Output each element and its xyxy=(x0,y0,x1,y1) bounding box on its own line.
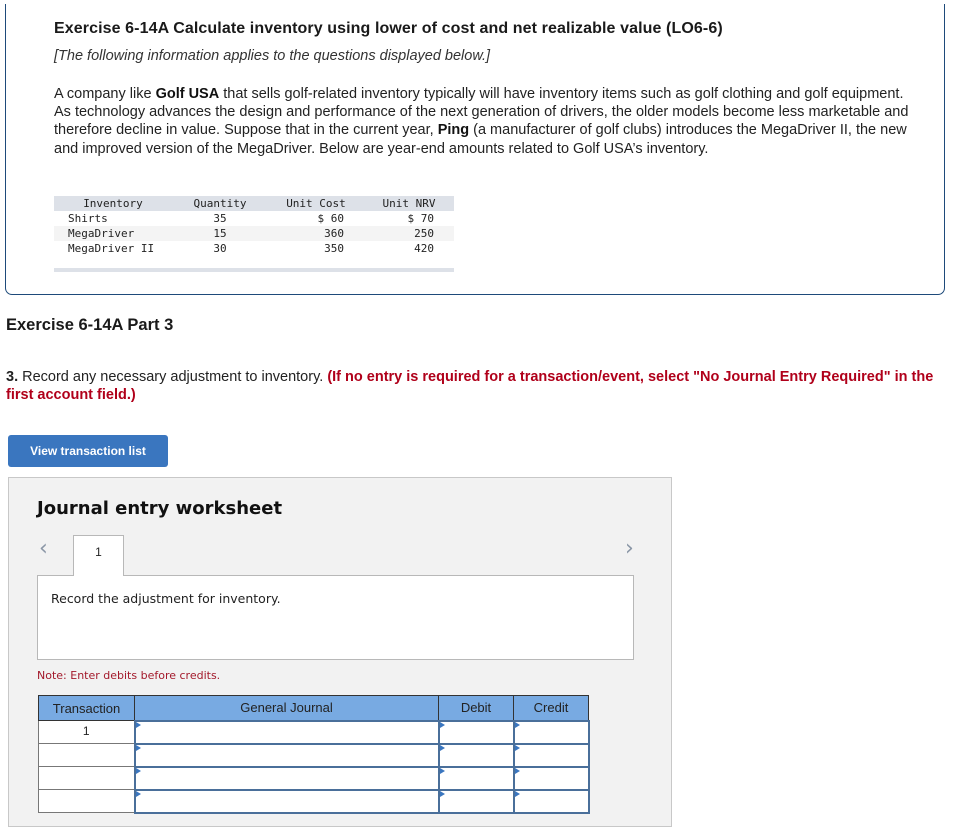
account-input[interactable] xyxy=(135,744,438,766)
inventory-table: Inventory Quantity Unit Cost Unit NRV Sh… xyxy=(54,196,454,272)
debit-input[interactable] xyxy=(439,721,513,743)
chevron-right-icon[interactable]: › xyxy=(625,538,634,560)
journal-table: Transaction General Journal Debit Credit… xyxy=(38,695,590,814)
credit-input[interactable] xyxy=(514,721,588,743)
item-unit-cost: 360 xyxy=(268,226,364,241)
prompt-box: Record the adjustment for inventory. xyxy=(37,575,634,660)
transaction-number: 1 xyxy=(38,720,135,744)
account-cell[interactable] xyxy=(133,765,440,791)
credit-input[interactable] xyxy=(514,767,588,789)
credit-input[interactable] xyxy=(514,790,588,812)
credit-input[interactable] xyxy=(514,744,588,766)
prompt-text: Record the adjustment for inventory. xyxy=(51,591,281,606)
company-name: Golf USA xyxy=(155,86,220,102)
item-quantity: 30 xyxy=(213,242,227,255)
transaction-number xyxy=(38,766,135,790)
col-unit-nrv: Unit NRV xyxy=(364,196,454,211)
question-text: Record any necessary adjustment to inven… xyxy=(18,369,328,385)
col-credit: Credit xyxy=(513,695,589,721)
item-unit-nrv: $ 70 xyxy=(407,212,435,225)
col-inventory: Inventory xyxy=(54,196,172,211)
table-footer-bar xyxy=(54,268,454,272)
inventory-row: Shirts 35 $ 60 $ 70 xyxy=(54,211,454,226)
transaction-number xyxy=(38,789,135,813)
debit-cell[interactable] xyxy=(437,788,515,814)
part-title: Exercise 6-14A Part 3 xyxy=(6,316,174,334)
question: 3. Record any necessary adjustment to in… xyxy=(6,368,946,404)
worksheet-title: Journal entry worksheet xyxy=(37,498,283,519)
account-cell[interactable] xyxy=(133,742,440,768)
col-quantity: Quantity xyxy=(172,196,268,211)
account-input[interactable] xyxy=(135,721,438,743)
col-general-journal: General Journal xyxy=(134,695,439,721)
exercise-description: A company like Golf USA that sells golf-… xyxy=(54,85,914,158)
debit-cell[interactable] xyxy=(437,765,515,791)
debit-cell[interactable] xyxy=(437,742,515,768)
account-input[interactable] xyxy=(135,790,438,812)
item-name: Shirts xyxy=(68,212,108,225)
description-text: A company like xyxy=(54,86,156,102)
item-unit-cost: $ 60 xyxy=(317,212,345,225)
credit-cell[interactable] xyxy=(512,788,590,814)
view-transaction-list-button[interactable]: View transaction list xyxy=(8,435,168,467)
journal-row: 1 xyxy=(38,719,590,745)
question-number: 3. xyxy=(6,369,19,385)
col-debit: Debit xyxy=(438,695,514,721)
col-unit-cost: Unit Cost xyxy=(268,196,364,211)
journal-row xyxy=(38,788,590,814)
exercise-title: Exercise 6-14A Calculate inventory using… xyxy=(54,20,723,37)
credit-cell[interactable] xyxy=(512,742,590,768)
tab-transaction-1[interactable]: 1 xyxy=(73,535,124,576)
account-cell[interactable] xyxy=(133,719,440,745)
debit-input[interactable] xyxy=(439,790,513,812)
inventory-row: MegaDriver II 30 350 420 xyxy=(54,241,454,256)
journal-row xyxy=(38,742,590,768)
journal-header-row: Transaction General Journal Debit Credit xyxy=(38,695,589,721)
credit-cell[interactable] xyxy=(512,765,590,791)
debit-input[interactable] xyxy=(439,767,513,789)
account-input[interactable] xyxy=(135,767,438,789)
inventory-row: MegaDriver 15 360 250 xyxy=(54,226,454,241)
item-unit-nrv: 250 xyxy=(364,226,454,241)
item-quantity: 15 xyxy=(172,226,268,241)
debit-input[interactable] xyxy=(439,744,513,766)
item-name: MegaDriver II xyxy=(68,242,155,255)
item-unit-cost: 350 xyxy=(324,242,344,255)
note-text: Note: Enter debits before credits. xyxy=(37,669,221,682)
item-quantity: 35 xyxy=(213,212,227,225)
account-cell[interactable] xyxy=(133,788,440,814)
inventory-header-row: Inventory Quantity Unit Cost Unit NRV xyxy=(54,196,454,211)
journal-entry-worksheet: Journal entry worksheet ‹ 1 › Record the… xyxy=(8,477,672,827)
journal-row xyxy=(38,765,590,791)
credit-cell[interactable] xyxy=(512,719,590,745)
transaction-number xyxy=(38,743,135,767)
item-name: MegaDriver xyxy=(54,226,172,241)
item-unit-nrv: 420 xyxy=(414,242,434,255)
table-spacer xyxy=(54,256,454,268)
exercise-subtitle: [The following information applies to th… xyxy=(54,48,491,64)
chevron-left-icon[interactable]: ‹ xyxy=(39,538,48,560)
info-panel: Exercise 6-14A Calculate inventory using… xyxy=(5,4,945,295)
debit-cell[interactable] xyxy=(437,719,515,745)
manufacturer-name: Ping xyxy=(437,122,470,139)
col-transaction: Transaction xyxy=(38,695,135,721)
